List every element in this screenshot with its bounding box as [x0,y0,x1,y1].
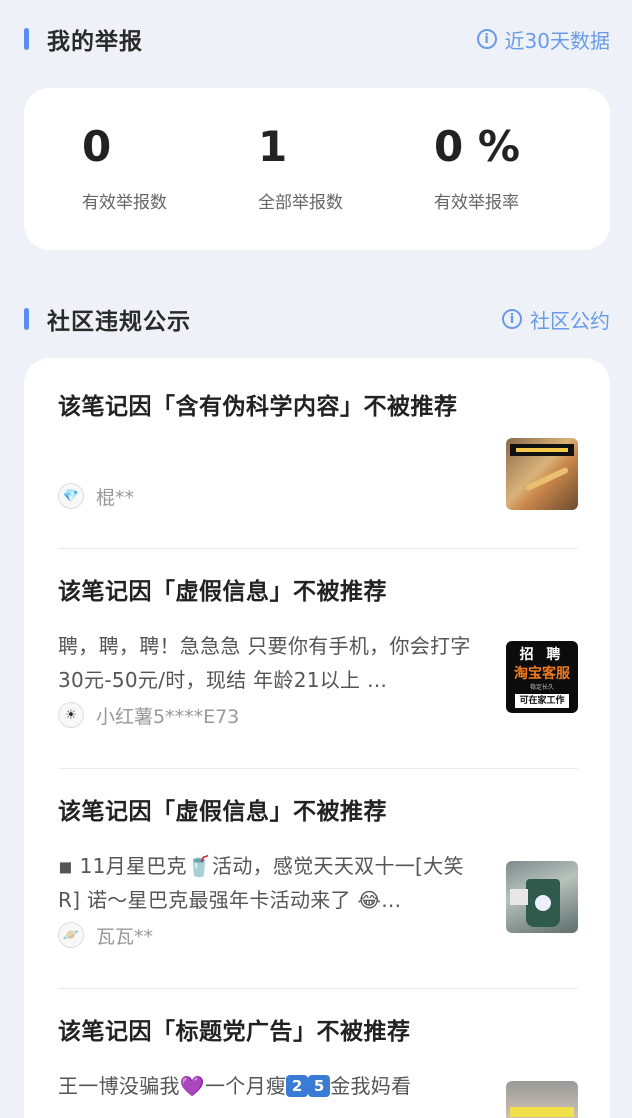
stat-valid-reports: 0 有效举报数 [82,121,258,213]
note-thumbnail[interactable] [506,438,578,510]
item-author: 🪐 瓦瓦** [58,919,478,951]
my-reports-header: 我的举报 i 近30天数据 [0,0,632,78]
info-icon: i [476,29,497,49]
stat-label: 全部举报数 [258,192,343,213]
item-author: 💎 棍** [58,480,478,512]
info-icon: i [502,309,522,329]
item-title: 该笔记因「标题党广告」不被推荐 [58,1019,411,1045]
stat-label: 有效举报数 [82,192,167,213]
violations-header: 社区违规公示 i 社区公约 [0,280,632,358]
note-thumbnail[interactable] [506,861,578,933]
item-desc: ◾ 11月星巴克🥤活动，感觉天天双十一[大笑R] 诺～星巴克最强年卡活动来了 😂… [58,854,464,912]
list-item[interactable]: 该笔记因「标题党广告」不被推荐 王一博没骗我💜一个月瘦 2 5 金我妈看 [58,989,578,1118]
section-title: 社区违规公示 [47,309,191,335]
item-desc: 聘，聘，聘！急急急 只要你有手机，你会打字 30元-50元/时，现结 年龄21以… [58,634,471,692]
item-title: 该笔记因「虚假信息」不被推荐 [58,579,387,605]
section-accent-bar [24,308,29,330]
section-title: 我的举报 [47,29,143,55]
author-name: 瓦瓦** [96,925,154,948]
list-item[interactable]: 该笔记因「虚假信息」不被推荐 聘，聘，聘！急急急 只要你有手机，你会打字 30元… [58,549,578,769]
violation-list: 该笔记因「含有伪科学内容」不被推荐 💎 棍** 该笔记因「虚假信息」不被推荐 聘… [24,358,610,1118]
thumb-text-mid: 淘宝客服 [514,665,570,682]
item-title: 该笔记因「含有伪科学内容」不被推荐 [58,394,458,420]
sun-icon: ☀ [58,702,84,728]
stat-valid-rate: 0 % 有效举报率 [434,121,610,213]
list-item[interactable]: 该笔记因「虚假信息」不被推荐 ◾ 11月星巴克🥤活动，感觉天天双十一[大笑R] … [58,769,578,989]
thumb-text-bot: 可在家工作 [515,693,569,708]
thumb-text-top: 招 聘 [519,646,565,663]
keycap-digit: 2 [286,1075,309,1097]
author-name: 小红薯5****E73 [96,705,240,728]
note-thumbnail[interactable]: 招 聘 淘宝客服 稳定长久 可在家工作 [506,641,578,713]
author-name: 棍** [96,486,135,509]
note-thumbnail[interactable] [506,1081,578,1118]
stat-label: 有效举报率 [434,192,519,213]
last-30-days-label: 近30天数据 [504,28,610,53]
item-author: ☀ 小红薯5****E73 [58,699,478,731]
stats-card: 0 有效举报数 1 全部举报数 0 % 有效举报率 [24,88,610,250]
item-title: 该笔记因「虚假信息」不被推荐 [58,799,387,825]
planet-icon: 🪐 [58,922,84,948]
diamond-icon: 💎 [58,483,84,509]
keycap-digit: 5 [308,1075,331,1097]
section-accent-bar [24,28,29,50]
stat-total-reports: 1 全部举报数 [258,121,434,213]
list-item[interactable]: 该笔记因「含有伪科学内容」不被推荐 💎 棍** [58,358,578,549]
thumb-text-sub: 稳定长久 [529,683,554,691]
last-30-days-link[interactable]: i 近30天数据 [476,25,610,54]
stat-value: 1 [258,121,288,171]
community-guidelines-link[interactable]: i 社区公约 [502,305,610,334]
item-desc [58,444,478,478]
report-page: 我的举报 i 近30天数据 0 有效举报数 1 全部举报数 0 % 有效举报率 … [0,0,632,1118]
item-desc: 王一博没骗我💜一个月瘦 2 5 金我妈看 [58,1074,412,1098]
stat-value: 0 % [434,121,520,171]
community-guidelines-label: 社区公约 [530,308,610,333]
stat-value: 0 [82,121,112,171]
